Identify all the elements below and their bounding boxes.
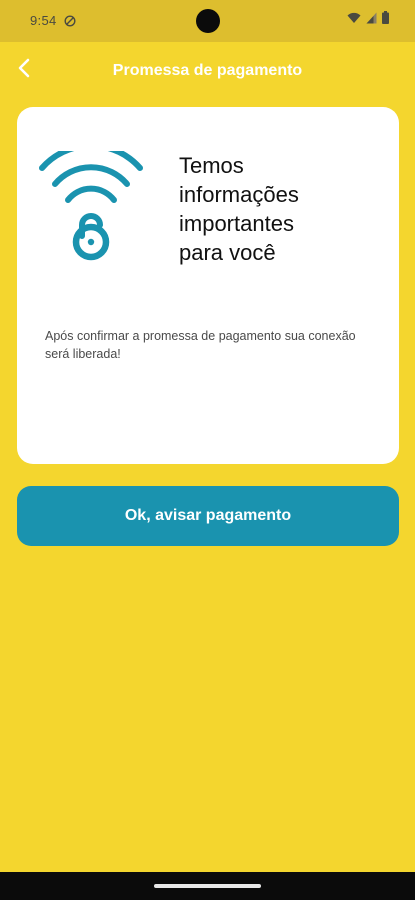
confirm-payment-button[interactable]: Ok, avisar pagamento xyxy=(17,486,399,546)
wifi-icon xyxy=(347,11,361,29)
app-bar: Promessa de pagamento xyxy=(0,42,415,100)
camera-cutout xyxy=(196,9,220,33)
status-bar: 9:54 xyxy=(0,0,415,42)
battery-icon xyxy=(382,11,389,29)
card-message: Após confirmar a promessa de pagamento s… xyxy=(45,329,356,361)
info-card: Temos informações importantes para você … xyxy=(17,107,399,464)
card-heading: Temos informações importantes para você xyxy=(179,153,299,265)
navigation-bar xyxy=(0,872,415,900)
home-indicator[interactable] xyxy=(154,884,261,888)
status-icons xyxy=(347,11,389,29)
status-time: 9:54 xyxy=(30,13,57,28)
cellular-signal-icon xyxy=(366,11,377,29)
do-not-disturb-icon xyxy=(64,14,76,27)
wifi-lock-icon xyxy=(37,142,147,263)
page-title: Promessa de pagamento xyxy=(112,62,303,79)
